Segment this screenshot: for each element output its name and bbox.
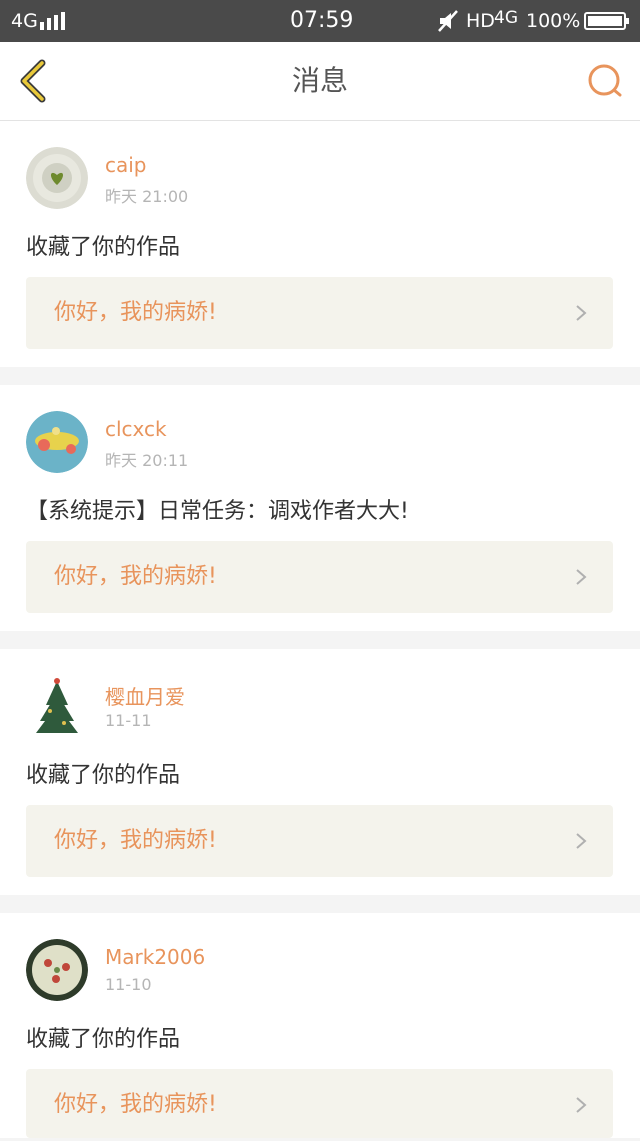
avatar[interactable]: [26, 411, 88, 473]
message-card: 樱血月爱 11-11 收藏了你的作品 你好，我的病娇!: [0, 649, 640, 895]
work-link[interactable]: 你好，我的病娇!: [26, 805, 613, 877]
work-link[interactable]: 你好，我的病娇!: [26, 277, 613, 349]
work-title: 你好，我的病娇!: [54, 828, 217, 853]
message-card: clcxck 昨天 20:11 【系统提示】日常任务：调戏作者大大! 你好，我的…: [0, 385, 640, 631]
chevron-right-icon: [576, 833, 587, 849]
network-type: 4G: [11, 10, 38, 32]
avatar[interactable]: [26, 147, 88, 209]
page-title: 消息: [291, 64, 348, 97]
message-content: 收藏了你的作品: [26, 763, 181, 788]
chevron-right-icon: [576, 1097, 587, 1113]
clock: 07:59: [290, 8, 354, 33]
work-link[interactable]: 你好，我的病娇!: [26, 541, 613, 613]
work-title: 你好，我的病娇!: [54, 300, 217, 325]
hd-indicator: HD: [466, 10, 495, 32]
timestamp: 11-10: [105, 975, 152, 994]
timestamp: 昨天 21:00: [105, 187, 189, 206]
message-content: 【系统提示】日常任务：调戏作者大大!: [26, 499, 409, 524]
timestamp: 11-11: [105, 711, 152, 730]
network-type-2: 4G: [494, 8, 518, 28]
nav-bar: 消息: [0, 42, 640, 121]
status-bar: 4G 07:59 HD 4G 100%: [0, 0, 640, 42]
message-card: caip 昨天 21:00 收藏了你的作品 你好，我的病娇!: [0, 121, 640, 367]
message-card: Mark2006 11-10 收藏了你的作品 你好，我的病娇!: [0, 913, 640, 1138]
chevron-right-icon: [576, 305, 587, 321]
mute-icon: [438, 10, 458, 32]
search-icon[interactable]: [586, 62, 624, 100]
username[interactable]: caip: [105, 153, 147, 177]
message-content: 收藏了你的作品: [26, 1027, 181, 1052]
message-content: 收藏了你的作品: [26, 235, 181, 260]
username[interactable]: 樱血月爱: [105, 681, 185, 710]
timestamp: 昨天 20:11: [105, 451, 189, 470]
battery-percent: 100%: [526, 10, 581, 32]
work-link[interactable]: 你好，我的病娇!: [26, 1069, 613, 1138]
signal-icon: [40, 12, 65, 30]
work-title: 你好，我的病娇!: [54, 1092, 217, 1117]
chevron-right-icon: [576, 569, 587, 585]
avatar[interactable]: [26, 675, 88, 737]
avatar[interactable]: [26, 939, 88, 1001]
username[interactable]: Mark2006: [105, 945, 205, 969]
work-title: 你好，我的病娇!: [54, 564, 217, 589]
username[interactable]: clcxck: [105, 417, 167, 441]
battery-icon: [584, 12, 629, 30]
